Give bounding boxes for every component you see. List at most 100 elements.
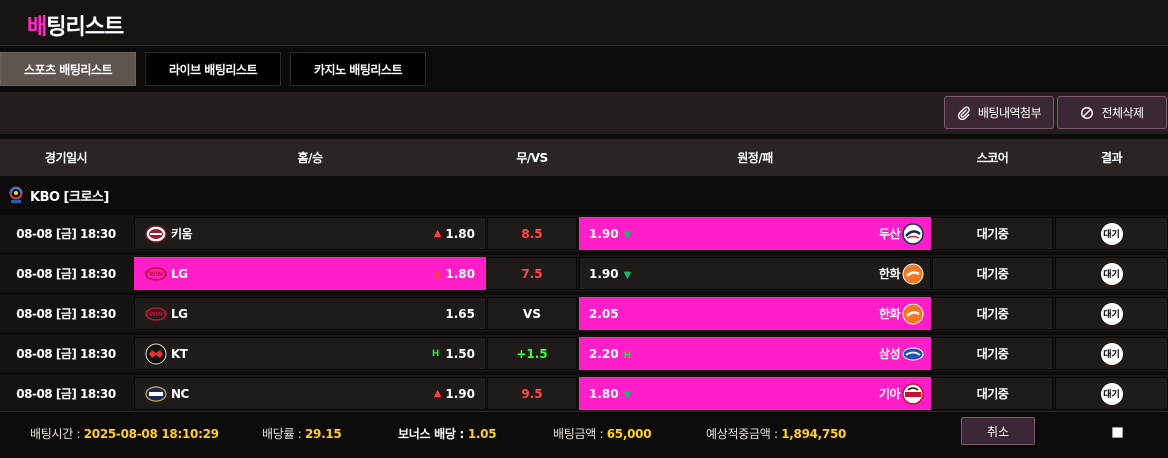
home-team-name: KT xyxy=(171,346,188,361)
game-row: 08-08 [금] 18:30 NC ▲ 1.90 9.5 1.80 ▼ 기아 대기중 대기 xyxy=(0,375,1168,412)
home-odds: 1.80 xyxy=(445,266,475,281)
bet-amount-value: 65,000 xyxy=(606,427,652,441)
result-badge: 대기 xyxy=(1100,222,1123,245)
table-header: 경기일시 홈/승 무/VS 원정/패 스코어 결과 xyxy=(0,139,1168,176)
header-away: 원정/패 xyxy=(737,151,773,165)
expected-win-label: 예상적중금액 : xyxy=(706,427,782,441)
cancel-button[interactable]: 취소 xyxy=(961,417,1035,445)
bonus-odds-label: 보너스 배당 : xyxy=(398,427,468,441)
home-odds: 1.80 xyxy=(445,226,475,241)
home-up-arrow-icon: ▲ xyxy=(433,228,442,239)
home-win-odds-cell[interactable]: 키움 ▲ 1.80 xyxy=(134,217,486,250)
kia-logo-icon xyxy=(902,382,924,405)
away-win-odds-cell[interactable]: 1.90 ▼ 한화 xyxy=(579,257,931,290)
kbo-logo-icon xyxy=(9,186,23,203)
doosan-logo-icon xyxy=(902,222,924,245)
draw-odds-cell[interactable]: 8.5 xyxy=(487,217,577,250)
home-team-name: LG xyxy=(171,306,188,321)
game-row: 08-08 [금] 18:30 TWINS LG ▲ 1.80 7.5 1.90 ▼ 한화 대기중… xyxy=(0,255,1168,292)
result-badge: 대기 xyxy=(1100,262,1123,285)
game-result: 대기 xyxy=(1055,217,1168,250)
nc-logo-icon xyxy=(145,383,167,405)
game-datetime: 08-08 [금] 18:30 xyxy=(16,227,116,241)
away-team-name: 한화 xyxy=(878,307,901,321)
game-result: 대기 xyxy=(1055,297,1168,330)
attach-bet-history-button[interactable]: 배팅내역첨부 xyxy=(944,96,1054,129)
away-odds: 1.90 xyxy=(589,266,619,281)
home-up-arrow-icon: ▲ xyxy=(433,388,442,399)
home-odds: 1.90 xyxy=(445,386,475,401)
game-score: 대기중 xyxy=(932,257,1053,290)
draw-odds-cell[interactable]: 7.5 xyxy=(487,257,577,290)
home-win-odds-cell[interactable]: TWINS LG ▲ 1.80 xyxy=(134,257,486,290)
league-name: KBO [크로스] xyxy=(30,190,109,205)
game-row: 08-08 [금] 18:30 KT H 1.50 +1.5 2.20 H 삼성 대기중 대기 xyxy=(0,335,1168,372)
away-win-odds-cell[interactable]: 1.90 ▼ 두산 xyxy=(579,217,931,250)
away-win-odds-cell[interactable]: 1.80 ▼ 기아 xyxy=(579,377,931,410)
home-win-odds-cell[interactable]: NC ▲ 1.90 xyxy=(134,377,486,410)
title-bar: 배팅리스트 xyxy=(0,0,1168,46)
kiwoom-logo-icon xyxy=(145,223,167,245)
away-odds: 1.90 xyxy=(589,226,619,241)
away-handicap-icon: H xyxy=(623,350,632,361)
away-win-odds-cell[interactable]: 2.05 한화 xyxy=(579,297,931,330)
samsung-logo-icon xyxy=(902,343,924,365)
bet-time: 배팅시간 : 2025-08-08 18:10:29 xyxy=(30,425,219,442)
page-title: 배팅리스트 xyxy=(27,9,124,41)
total-odds-value: 29.15 xyxy=(305,427,342,441)
game-score: 대기중 xyxy=(932,377,1053,410)
bet-amount-label: 배팅금액 : xyxy=(553,427,607,441)
header-draw: 무/VS xyxy=(516,151,548,165)
lg-logo-icon: TWINS xyxy=(145,263,167,285)
tab-bar: 스포츠 배팅리스트 라이브 배팅리스트 카지노 배팅리스트 xyxy=(0,52,435,86)
kt-logo-icon xyxy=(145,343,167,365)
game-row: 08-08 [금] 18:30 TWINS LG 1.65 VS 2.05 한화 대기중 대기 xyxy=(0,295,1168,332)
hanwha-logo-icon xyxy=(902,303,924,325)
delete-all-button[interactable]: 전체삭제 xyxy=(1057,96,1167,129)
page-title-rest: 팅리스트 xyxy=(46,15,124,40)
tab-casino-bet-list[interactable]: 카지노 배팅리스트 xyxy=(290,52,426,86)
draw-odds-cell[interactable]: 9.5 xyxy=(487,377,577,410)
paperclip-icon xyxy=(957,106,970,120)
tab-live-bet-list[interactable]: 라이브 배팅리스트 xyxy=(145,52,281,86)
away-odds: 1.80 xyxy=(589,386,619,401)
game-result: 대기 xyxy=(1055,257,1168,290)
bet-time-value: 2025-08-08 18:10:29 xyxy=(83,427,219,441)
bet-time-label: 배팅시간 : xyxy=(30,427,84,441)
bet-amount: 배팅금액 : 65,000 xyxy=(553,425,652,442)
home-team-name: NC xyxy=(171,386,189,401)
attach-bet-history-label: 배팅내역첨부 xyxy=(977,106,1042,120)
tab-sports-bet-list[interactable]: 스포츠 배팅리스트 xyxy=(0,52,136,86)
expected-win-amount: 예상적중금액 : 1,894,750 xyxy=(706,425,846,442)
game-datetime: 08-08 [금] 18:30 xyxy=(16,347,116,361)
game-datetime: 08-08 [금] 18:30 xyxy=(16,267,116,281)
away-down-arrow-icon: ▼ xyxy=(623,269,632,281)
game-datetime: 08-08 [금] 18:30 xyxy=(16,307,116,321)
select-checkbox[interactable] xyxy=(1112,427,1123,438)
home-win-odds-cell[interactable]: TWINS LG 1.65 xyxy=(134,297,486,330)
home-odds: 1.65 xyxy=(445,306,475,321)
svg-text:TWINS: TWINS xyxy=(145,311,167,318)
game-datetime: 08-08 [금] 18:30 xyxy=(16,387,116,401)
header-home: 홈/승 xyxy=(297,151,323,165)
away-down-arrow-icon: ▼ xyxy=(623,229,632,241)
game-score: 대기중 xyxy=(932,297,1053,330)
game-score: 대기중 xyxy=(932,337,1053,370)
game-result: 대기 xyxy=(1055,337,1168,370)
bonus-odds-value: 1.05 xyxy=(467,427,497,441)
away-odds: 2.05 xyxy=(589,306,619,321)
draw-odds-cell[interactable]: VS xyxy=(487,297,577,330)
result-badge: 대기 xyxy=(1100,382,1123,405)
away-team-name: 한화 xyxy=(878,267,901,281)
bet-summary-footer: 배팅시간 : 2025-08-08 18:10:29 배당률 : 29.15 보… xyxy=(0,411,1168,458)
header-datetime: 경기일시 xyxy=(44,151,88,165)
ban-icon xyxy=(1081,106,1094,119)
home-win-odds-cell[interactable]: KT H 1.50 xyxy=(134,337,486,370)
bonus-odds: 보너스 배당 : 1.05 xyxy=(398,425,497,442)
draw-odds-cell[interactable]: +1.5 xyxy=(487,337,577,370)
home-up-arrow-icon: ▲ xyxy=(433,268,442,279)
home-team-name: LG xyxy=(171,266,188,281)
away-odds: 2.20 xyxy=(589,346,619,361)
away-win-odds-cell[interactable]: 2.20 H 삼성 xyxy=(579,337,931,370)
game-result: 대기 xyxy=(1055,377,1168,410)
